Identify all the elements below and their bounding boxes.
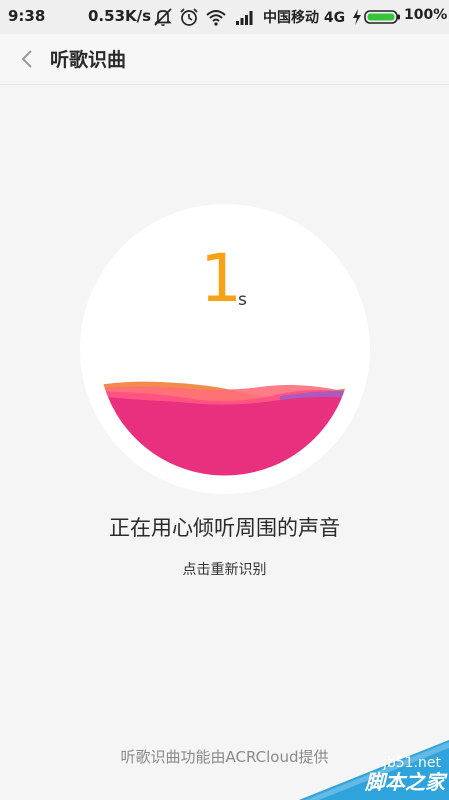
carrier-label: 中国移动 4G	[263, 10, 346, 26]
retry-button[interactable]: 点击重新识别	[0, 559, 449, 579]
status-time: 9:38	[8, 7, 46, 25]
battery-percent: 100%	[404, 7, 448, 23]
recognizer-panel: 1 s 正在用心倾听周围的声音 点击重新识别 听歌识曲功能由ACRCloud提供	[0, 85, 449, 800]
battery-icon	[364, 10, 400, 24]
network-speed: 0.53K/s	[88, 7, 152, 25]
alarm-icon	[180, 8, 198, 26]
charging-icon	[353, 9, 361, 25]
signal-icon	[236, 11, 253, 25]
countdown-unit: s	[238, 290, 247, 310]
listening-status: 正在用心倾听周围的声音	[109, 516, 340, 540]
wifi-icon	[206, 10, 226, 26]
watermark-name: 脚本之家	[365, 770, 445, 794]
listening-circle[interactable]: 1 s	[80, 204, 370, 494]
countdown-value: 1	[200, 240, 242, 317]
page-title: 听歌识曲	[50, 49, 127, 71]
chevron-left-icon[interactable]	[15, 45, 41, 73]
site-watermark: jb51.net 脚本之家	[299, 740, 449, 800]
app-header: 听歌识曲	[0, 34, 449, 85]
bell-off-icon	[154, 8, 172, 26]
status-bar: 9:38 0.53K/s 中国移动 4G 100%	[0, 0, 449, 34]
